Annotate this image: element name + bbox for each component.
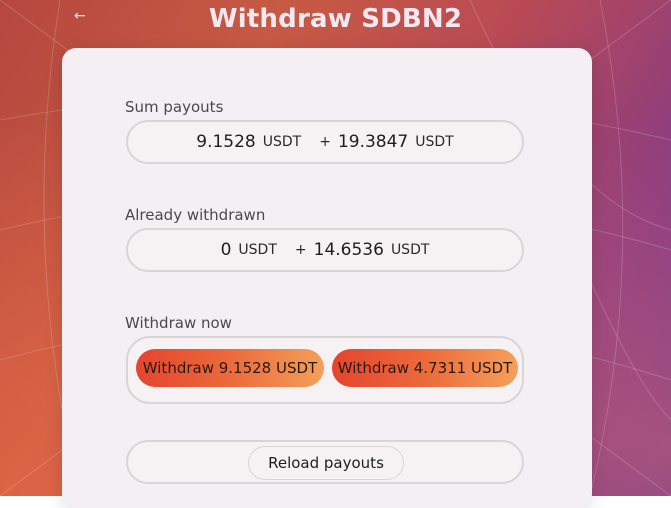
withdraw-now-label: Withdraw now (125, 314, 232, 332)
already-withdrawn-display: 0 USDT + 14.6536 USDT (126, 228, 524, 272)
already-withdrawn-unit-b: USDT (390, 242, 430, 258)
already-withdrawn-label: Already withdrawn (125, 206, 266, 224)
reload-payouts-button[interactable]: Reload payouts (248, 446, 404, 480)
reload-panel: Reload payouts (126, 440, 524, 484)
already-withdrawn-unit-a: USDT (238, 242, 277, 258)
sum-payouts-label: Sum payouts (125, 98, 224, 116)
already-withdrawn-value-a: 0 (220, 240, 232, 260)
sum-payouts-unit-a: USDT (262, 134, 302, 150)
sum-payouts-unit-b: USDT (415, 134, 454, 150)
withdraw-button-a[interactable]: Withdraw 9.1528 USDT (136, 349, 324, 387)
sum-payouts-value-a: 9.1528 (196, 132, 256, 152)
already-withdrawn-value-b: 14.6536 (313, 240, 384, 260)
already-withdrawn-plus: + (294, 242, 307, 258)
sum-payouts-plus: + (319, 134, 331, 150)
withdraw-card: Sum payouts 9.1528 USDT + 19.3847 USDT A… (62, 48, 592, 508)
already-withdrawn-row: 0 USDT + 14.6536 USDT (128, 230, 522, 270)
sum-payouts-display: 9.1528 USDT + 19.3847 USDT (126, 120, 524, 164)
withdraw-button-b[interactable]: Withdraw 4.7311 USDT (332, 349, 518, 387)
withdraw-now-panel: Withdraw 9.1528 USDT Withdraw 4.7311 USD… (126, 336, 524, 404)
sum-payouts-row: 9.1528 USDT + 19.3847 USDT (128, 122, 522, 162)
sum-payouts-value-b: 19.3847 (337, 132, 409, 152)
page-title: Withdraw SDBN2 (208, 4, 463, 34)
